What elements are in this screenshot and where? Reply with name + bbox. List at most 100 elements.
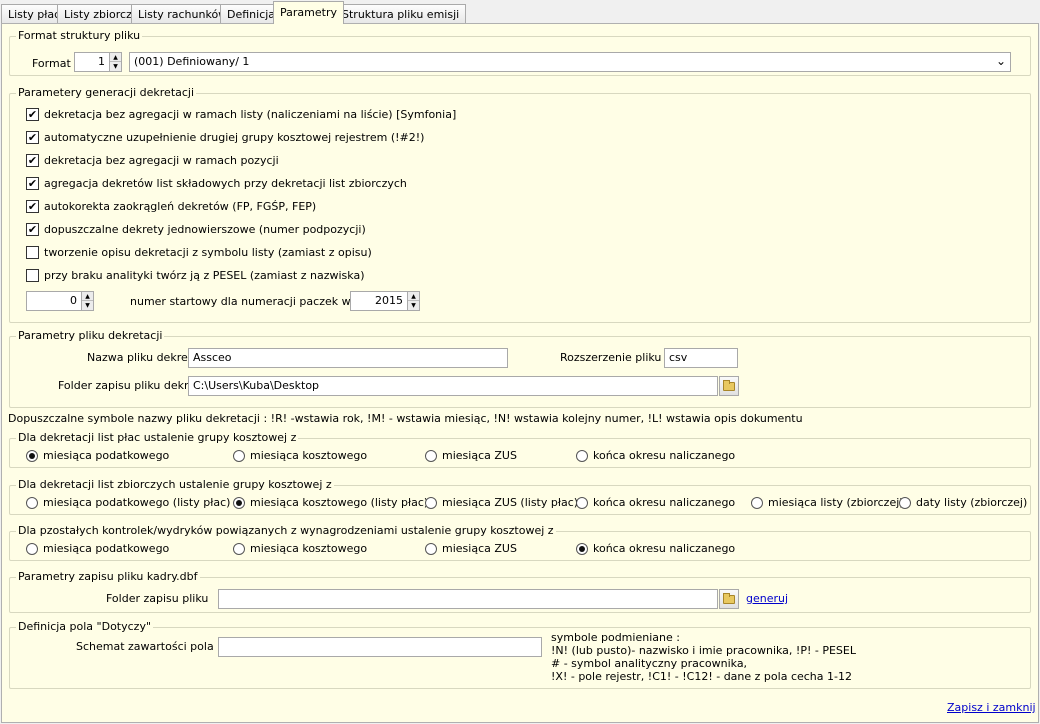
radio-label: miesiąca ZUS	[442, 542, 517, 555]
checkbox-checked-icon[interactable]: ✔	[26, 154, 39, 167]
folder-icon	[723, 379, 735, 391]
radio-unselected-icon[interactable]	[751, 496, 763, 509]
start-number-spinner[interactable]: ▲ ▼	[81, 291, 94, 311]
format-select[interactable]: (001) Definiowany/ 1 ⌄	[129, 52, 1011, 72]
file-params-title: Parametry pliku dekretacji	[16, 329, 165, 342]
radio-unselected-icon[interactable]	[425, 542, 437, 555]
radio-label: miesiąca ZUS (listy płac)	[442, 496, 579, 509]
other-cost-title: Dla pzostałych kontrolek/wydryków powiąz…	[16, 524, 556, 537]
format-group: Format struktury pliku Format 1 ▲ ▼ (001…	[9, 29, 1031, 76]
radio-selected-icon[interactable]	[233, 496, 245, 509]
symbols-line-2: # - symbol analityczny pracownika,	[551, 657, 748, 670]
spin-up-icon[interactable]: ▲	[82, 292, 93, 301]
kadry-title: Parametry zapisu pliku kadry.dbf	[16, 570, 200, 583]
radio-selected-icon[interactable]	[26, 449, 38, 462]
spin-down-icon[interactable]: ▼	[82, 301, 93, 310]
generation-group-title: Parametery generacji dekretacji	[16, 86, 197, 99]
radio-other-zus[interactable]: miesiąca ZUS	[425, 542, 517, 555]
radio-summary-konca-okresu[interactable]: końca okresu naliczanego	[576, 496, 735, 509]
checkbox-checked-icon[interactable]: ✔	[26, 177, 39, 190]
start-number-label: numer startowy dla numeracji paczek w ro…	[130, 295, 379, 308]
format-number-input[interactable]: 1	[74, 52, 110, 72]
radio-summary-podatkowego[interactable]: miesiąca podatkowego (listy płac)	[26, 496, 230, 509]
radio-unselected-icon[interactable]	[233, 542, 245, 555]
radio-selected-icon[interactable]	[576, 542, 588, 555]
checkbox-option-5[interactable]: ✔ autokorekta zaokrągleń dekretów (FP, FG…	[26, 200, 316, 213]
checkbox-option-3[interactable]: ✔ dekretacja bez agregacji w ramach pozyc…	[26, 154, 279, 167]
radio-summary-daty-listy[interactable]: daty listy (zbiorczej)	[899, 496, 1027, 509]
radio-label: miesiąca ZUS	[442, 449, 517, 462]
year-input[interactable]: 2015	[350, 291, 408, 311]
radio-unselected-icon[interactable]	[576, 496, 588, 509]
radio-unselected-icon[interactable]	[26, 542, 38, 555]
summary-cost-title: Dla dekretacji list zbiorczych ustalenie…	[16, 478, 334, 491]
radio-summary-zus[interactable]: miesiąca ZUS (listy płac)	[425, 496, 578, 509]
summary-cost-group: Dla dekretacji list zbiorczych ustalenie…	[9, 478, 1031, 515]
checkbox-label: tworzenie opisu dekretacji z symbolu lis…	[44, 246, 372, 259]
file-name-input[interactable]: Assceo	[188, 348, 508, 368]
radio-other-podatkowego[interactable]: miesiąca podatkowego	[26, 542, 169, 555]
radio-other-kosztowego[interactable]: miesiąca kosztowego	[233, 542, 367, 555]
kadry-group: Parametry zapisu pliku kadry.dbf Folder …	[9, 570, 1031, 613]
spin-down-icon[interactable]: ▼	[408, 301, 419, 310]
symbols-line-3: !X! - pole rejestr, !C1! - !C12! - dane …	[551, 670, 852, 683]
format-select-value: (001) Definiowany/ 1	[134, 55, 250, 68]
radio-label: końca okresu naliczanego	[593, 496, 736, 509]
radio-label: końca okresu naliczanego	[593, 542, 736, 555]
checkbox-option-8[interactable]: przy braku analityki twórz ją z PESEL (z…	[26, 269, 365, 282]
checkbox-option-6[interactable]: ✔ dopuszczalne dekrety jednowierszowe (nu…	[26, 223, 366, 236]
save-and-close-link[interactable]: Zapisz i zamknij	[947, 701, 1036, 714]
radio-summary-miesiaca-listy[interactable]: miesiąca listy (zbiorczej)	[751, 496, 904, 509]
radio-unselected-icon[interactable]	[899, 496, 911, 509]
checkbox-checked-icon[interactable]: ✔	[26, 131, 39, 144]
checkbox-option-4[interactable]: ✔ agregacja dekretów list składowych przy…	[26, 177, 407, 190]
checkbox-option-2[interactable]: ✔ automatyczne uzupełnienie drugiej grupy…	[26, 131, 424, 144]
start-number-input[interactable]: 0	[26, 291, 82, 311]
checkbox-option-7[interactable]: tworzenie opisu dekretacji z symbolu lis…	[26, 246, 372, 259]
radio-payroll-zus[interactable]: miesiąca ZUS	[425, 449, 517, 462]
year-spinner[interactable]: ▲ ▼	[407, 291, 420, 311]
schema-input[interactable]	[218, 637, 542, 657]
tab-struktura-pliku-emisji[interactable]: Struktura pliku emisji	[335, 4, 467, 24]
checkbox-label: dekretacja bez agregacji w ramach pozycj…	[44, 154, 279, 167]
checkbox-label: dopuszczalne dekrety jednowierszowe (num…	[44, 223, 366, 236]
checkbox-option-1[interactable]: ✔ dekretacja bez agregacji w ramach listy…	[26, 108, 456, 121]
browse-folder-button[interactable]	[719, 376, 739, 396]
radio-payroll-konca-okresu[interactable]: końca okresu naliczanego	[576, 449, 735, 462]
file-ext-input[interactable]: csv	[664, 348, 738, 368]
radio-unselected-icon[interactable]	[425, 449, 437, 462]
chevron-down-icon[interactable]: ⌄	[996, 54, 1006, 68]
kadry-folder-label: Folder zapisu pliku	[106, 592, 209, 605]
spin-up-icon[interactable]: ▲	[110, 53, 121, 62]
format-spinner[interactable]: ▲ ▼	[109, 52, 122, 72]
checkbox-unchecked-icon[interactable]	[26, 269, 39, 282]
radio-summary-kosztowego[interactable]: miesiąca kosztowego (listy płac)	[233, 496, 428, 509]
folder-input[interactable]: C:\Users\Kuba\Desktop	[188, 376, 718, 396]
dotyczy-group: Definicja pola "Dotyczy" Schemat zawarto…	[9, 620, 1031, 689]
symbols-note: Dopuszczalne symbole nazwy pliku dekreta…	[8, 412, 803, 425]
kadry-browse-button[interactable]	[719, 589, 739, 609]
radio-label: miesiąca kosztowego	[250, 449, 368, 462]
payroll-cost-group: Dla dekretacji list płac ustalenie grupy…	[9, 431, 1031, 468]
radio-unselected-icon[interactable]	[576, 449, 588, 462]
checkbox-checked-icon[interactable]: ✔	[26, 223, 39, 236]
radio-other-konca-okresu[interactable]: końca okresu naliczanego	[576, 542, 735, 555]
radio-payroll-kosztowego[interactable]: miesiąca kosztowego	[233, 449, 367, 462]
radio-unselected-icon[interactable]	[233, 449, 245, 462]
checkbox-checked-icon[interactable]: ✔	[26, 200, 39, 213]
radio-unselected-icon[interactable]	[26, 496, 38, 509]
kadry-folder-input[interactable]	[218, 589, 718, 609]
spin-down-icon[interactable]: ▼	[110, 62, 121, 71]
file-ext-label: Rozszerzenie pliku	[560, 351, 662, 364]
spin-up-icon[interactable]: ▲	[408, 292, 419, 301]
other-cost-group: Dla pzostałych kontrolek/wydryków powiąz…	[9, 524, 1031, 561]
tab-parametry[interactable]: Parametry	[273, 1, 344, 24]
tab-listy-rachunkow[interactable]: Listy rachunków	[131, 4, 235, 24]
radio-unselected-icon[interactable]	[425, 496, 437, 509]
checkbox-unchecked-icon[interactable]	[26, 246, 39, 259]
tab-strip: Listy płac Listy zbiorcze Listy rachunkó…	[0, 0, 1040, 24]
generate-link[interactable]: generuj	[746, 592, 788, 605]
checkbox-checked-icon[interactable]: ✔	[26, 108, 39, 121]
radio-payroll-podatkowego[interactable]: miesiąca podatkowego	[26, 449, 169, 462]
format-label: Format	[32, 57, 71, 70]
